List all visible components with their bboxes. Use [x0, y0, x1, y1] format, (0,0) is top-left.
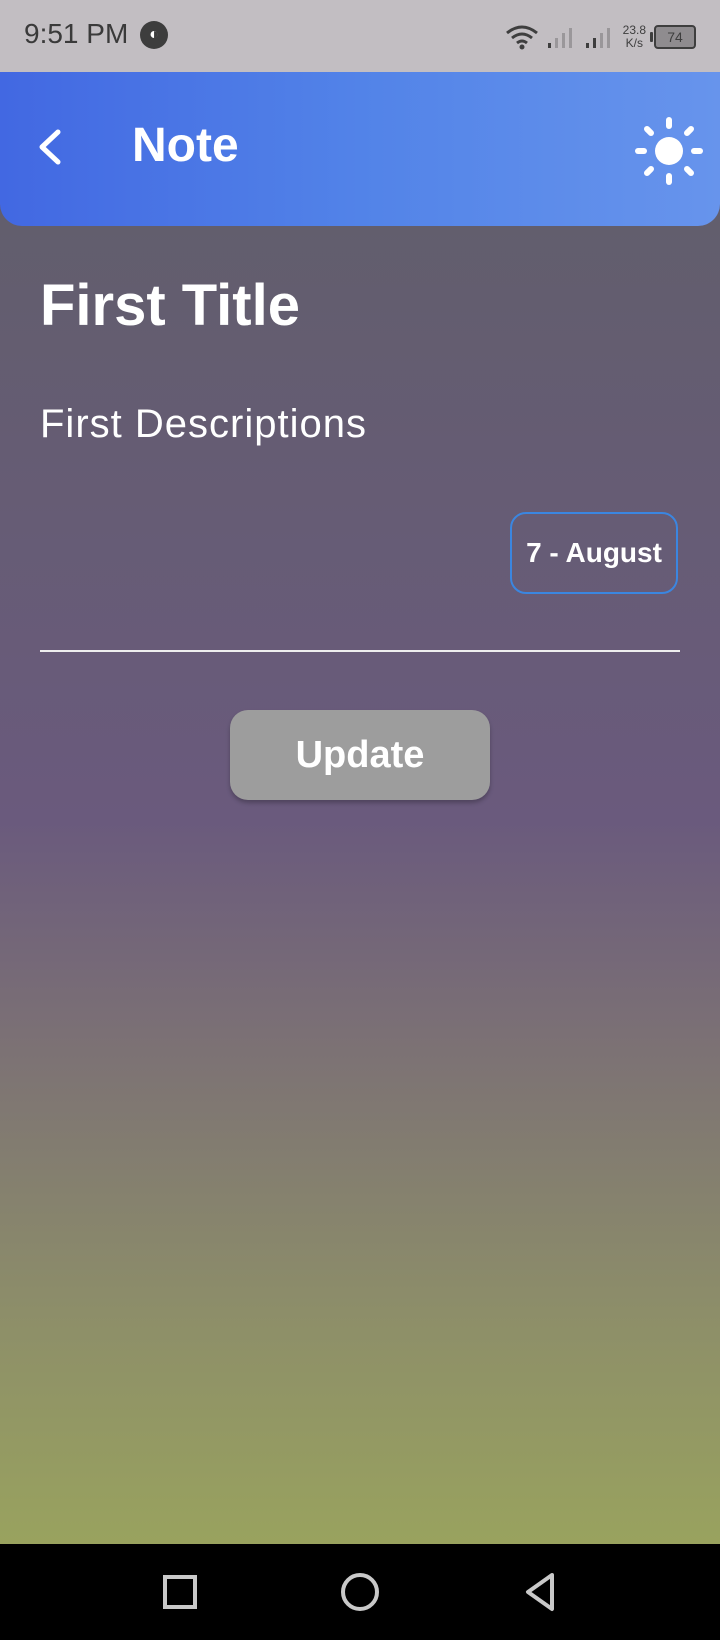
divider — [40, 650, 680, 652]
signal-1-icon — [547, 28, 572, 48]
date-label: 7 - August — [526, 537, 662, 568]
system-nav-bar — [0, 1544, 720, 1640]
status-bar: 9:51 PM ◐ 23.8 K/s 74 — [0, 0, 720, 72]
triangle-back-icon[interactable] — [516, 1568, 564, 1616]
notification-app-icon: ◐ — [140, 21, 168, 49]
status-icons: 23.8 K/s 74 — [505, 22, 696, 52]
battery-level: 74 — [667, 29, 683, 45]
note-description[interactable]: First Descriptions — [40, 402, 367, 447]
date-picker-button[interactable]: 7 - August — [510, 512, 678, 594]
app-bar: Note — [0, 72, 720, 226]
signal-2-icon — [585, 28, 610, 48]
status-time: 9:51 PM — [24, 18, 129, 49]
net-speed-unit: K/s — [625, 36, 643, 50]
theme-toggle-button[interactable] — [634, 116, 704, 186]
back-button[interactable] — [30, 126, 72, 168]
update-button[interactable]: Update — [230, 710, 490, 800]
page-title: Note — [132, 119, 239, 172]
battery-icon: 74 — [650, 25, 696, 49]
square-icon[interactable] — [156, 1568, 204, 1616]
chevron-left-icon — [39, 129, 61, 165]
net-speed: 23.8 K/s — [623, 24, 646, 50]
wifi-icon — [505, 25, 538, 50]
circle-icon[interactable] — [336, 1568, 384, 1616]
note-title[interactable]: First Title — [40, 272, 300, 339]
sun-icon — [635, 117, 703, 185]
